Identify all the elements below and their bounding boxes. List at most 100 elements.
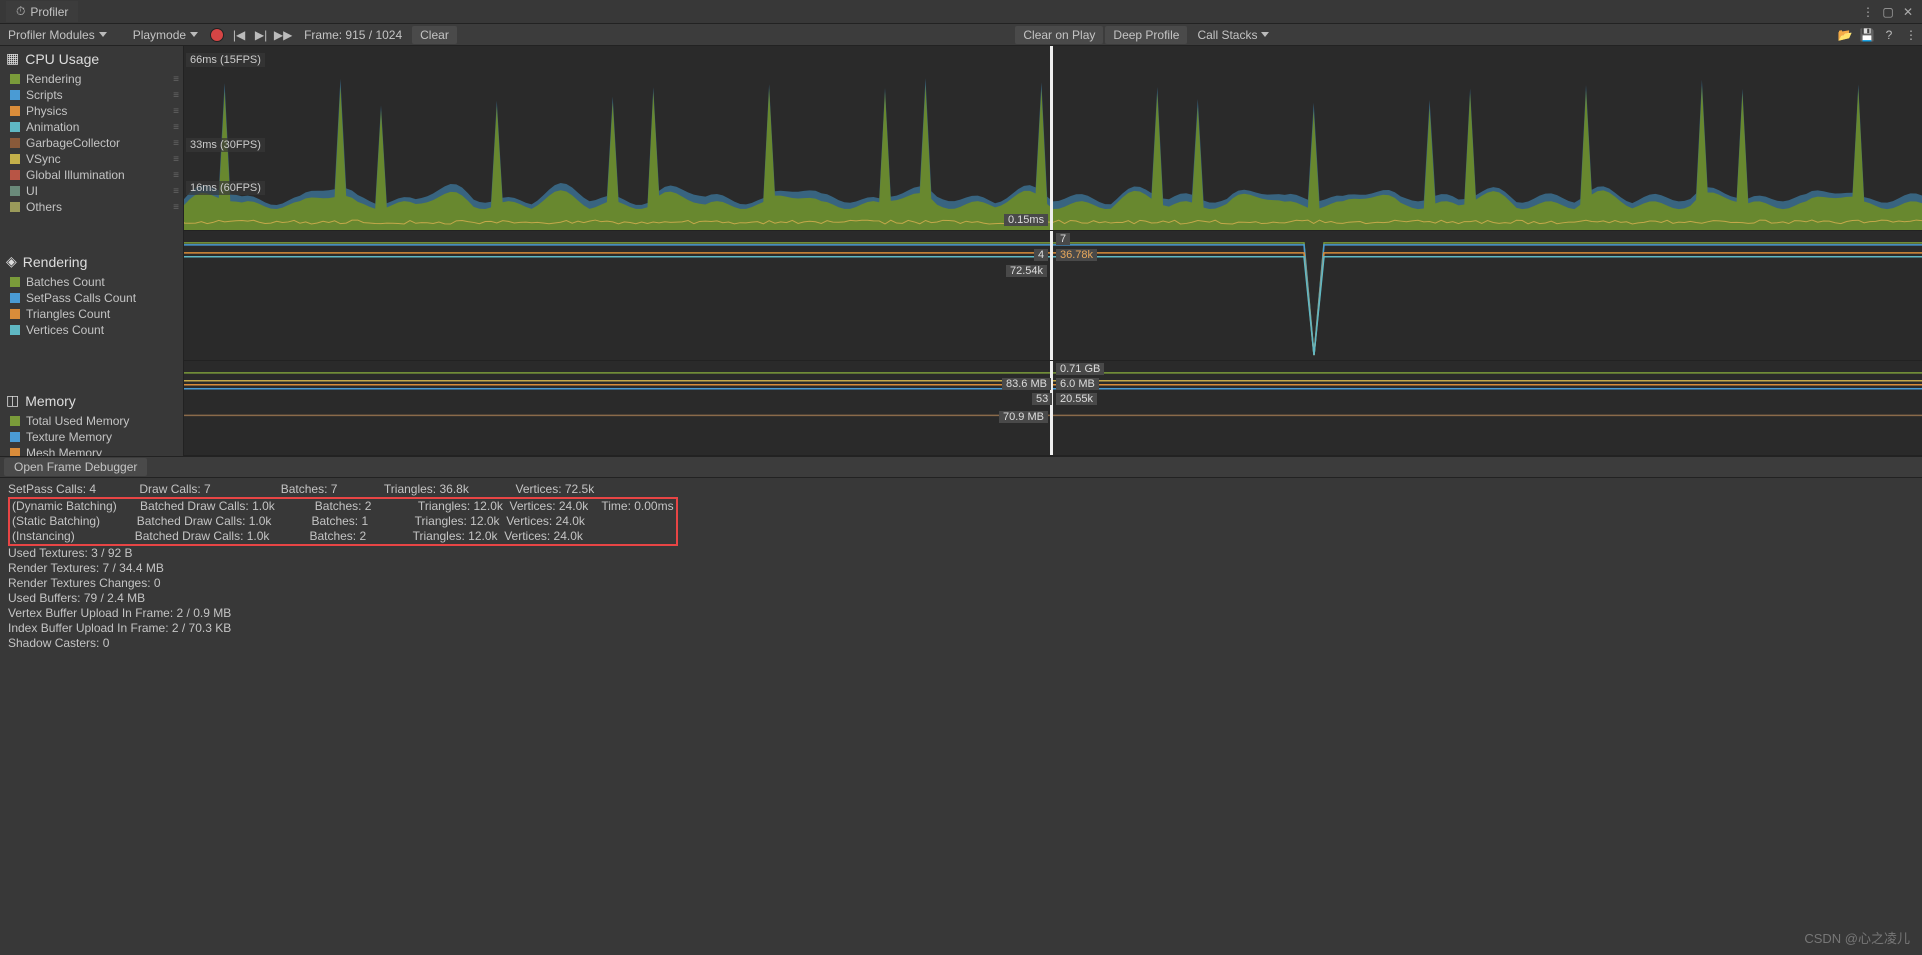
fps-guide-label: 66ms (15FPS) <box>186 53 265 67</box>
stats-row: Used Buffers: 79 / 2.4 MB <box>8 591 1914 606</box>
memory-icon: ◫ <box>6 392 19 409</box>
legend-color-swatch <box>10 90 20 100</box>
render-val-bot: 72.54k <box>1006 265 1047 277</box>
legend-label: Scripts <box>26 88 63 102</box>
drag-grip-icon[interactable]: ≡ <box>173 90 177 101</box>
frame-prev-button[interactable]: ▶| <box>250 28 272 42</box>
frame-scrubber[interactable] <box>1050 46 1053 230</box>
legend-label: Triangles Count <box>26 307 110 321</box>
legend-label: VSync <box>26 152 61 166</box>
profiler-main: ▦ CPU Usage Rendering≡Scripts≡Physics≡An… <box>0 46 1922 456</box>
legend-color-swatch <box>10 138 20 148</box>
legend-color-swatch <box>10 154 20 164</box>
profiler-modules-dropdown[interactable]: Profiler Modules <box>0 26 115 44</box>
deep-profile-button[interactable]: Deep Profile <box>1105 26 1187 44</box>
cpu-icon: ▦ <box>6 50 19 67</box>
legend-color-swatch <box>10 293 20 303</box>
maximize-icon[interactable]: ▢ <box>1880 4 1896 20</box>
legend-item[interactable]: Batches Count <box>0 274 183 290</box>
window-menu-icon[interactable]: ⋮ <box>1860 4 1876 20</box>
help-icon[interactable]: ? <box>1878 28 1900 42</box>
legend-color-swatch <box>10 202 20 212</box>
legend-item[interactable]: SetPass Calls Count <box>0 290 183 306</box>
chevron-down-icon <box>190 32 198 37</box>
drag-grip-icon[interactable]: ≡ <box>173 186 177 197</box>
stats-summary-row: SetPass Calls: 4 Draw Calls: 7 Batches: … <box>8 482 1914 497</box>
menu-icon[interactable]: ⋮ <box>1900 28 1922 42</box>
legend-item[interactable]: UI≡ <box>0 183 183 199</box>
legend-item[interactable]: Others ≡ <box>0 199 183 215</box>
profiler-tab[interactable]: ⏱ Profiler <box>6 1 78 22</box>
playmode-dropdown[interactable]: Playmode <box>125 26 206 44</box>
mem-val-l2: 53 <box>1032 393 1052 405</box>
cpu-chart[interactable]: 66ms (15FPS)33ms (30FPS)16ms (60FPS) 0.1… <box>184 46 1922 231</box>
legend-item[interactable]: GarbageCollector ≡ <box>0 135 183 151</box>
save-icon[interactable]: 💾 <box>1856 28 1878 42</box>
fps-guide-label: 33ms (30FPS) <box>186 138 265 152</box>
legend-item[interactable]: Animation≡ <box>0 119 183 135</box>
legend-color-swatch <box>10 277 20 287</box>
mem-val-l3: 70.9 MB <box>999 411 1048 423</box>
legend-label: GarbageCollector <box>26 136 120 150</box>
drag-grip-icon[interactable]: ≡ <box>173 106 177 117</box>
stats-batching-row: (Dynamic Batching) Batched Draw Calls: 1… <box>12 499 674 514</box>
mem-val-r1: 6.0 MB <box>1056 378 1099 390</box>
memory-module-header[interactable]: ◫ Memory <box>0 388 183 413</box>
legend-label: Others <box>26 200 62 214</box>
drag-grip-icon[interactable]: ≡ <box>173 170 177 181</box>
clear-button[interactable]: Clear <box>412 26 457 44</box>
stats-batching-row: (Instancing) Batched Draw Calls: 1.0k Ba… <box>12 529 674 544</box>
record-button[interactable] <box>206 28 228 42</box>
clear-on-play-button[interactable]: Clear on Play <box>1015 26 1103 44</box>
legend-label: Batches Count <box>26 275 105 289</box>
legend-label: Mesh Memory <box>26 446 102 456</box>
drag-grip-icon[interactable]: ≡ <box>173 138 177 149</box>
memory-chart[interactable]: 0.71 GB 6.0 MB 83.6 MB 20.55k 53 70.9 MB <box>184 361 1922 456</box>
legend-item[interactable]: Triangles Count <box>0 306 183 322</box>
frame-scrubber[interactable] <box>1050 361 1053 455</box>
rendering-chart[interactable]: 7 36.78k 4 72.54k <box>184 231 1922 361</box>
legend-color-swatch <box>10 448 20 456</box>
legend-item[interactable]: Physics≡ <box>0 103 183 119</box>
legend-label: Global Illumination <box>26 168 125 182</box>
render-val-tri: 36.78k <box>1056 249 1097 261</box>
cpu-module-header[interactable]: ▦ CPU Usage <box>0 46 183 71</box>
legend-item[interactable]: Vertices Count <box>0 322 183 338</box>
frame-scrubber[interactable] <box>1050 231 1053 360</box>
legend-item[interactable]: VSync ≡ <box>0 151 183 167</box>
profiler-icon: ⏱ <box>16 4 25 19</box>
stats-row: Shadow Casters: 0 <box>8 636 1914 651</box>
load-icon[interactable]: 📂 <box>1834 28 1856 42</box>
call-stacks-dropdown[interactable]: Call Stacks <box>1189 26 1277 44</box>
charts-area: 66ms (15FPS)33ms (30FPS)16ms (60FPS) 0.1… <box>184 46 1922 456</box>
frame-first-button[interactable]: |◀ <box>228 28 250 42</box>
legend-item[interactable]: Mesh Memory <box>0 445 183 456</box>
legend-color-swatch <box>10 170 20 180</box>
legend-item[interactable]: Texture Memory <box>0 429 183 445</box>
drag-grip-icon[interactable]: ≡ <box>173 154 177 165</box>
open-frame-debugger-button[interactable]: Open Frame Debugger <box>4 458 147 476</box>
stats-row: Used Textures: 3 / 92 B <box>8 546 1914 561</box>
legend-item[interactable]: Scripts ≡ <box>0 87 183 103</box>
cpu-scrub-value: 0.15ms <box>1004 214 1048 226</box>
frame-next-button[interactable]: ▶▶ <box>272 28 294 42</box>
legend-item[interactable]: Total Used Memory <box>0 413 183 429</box>
legend-label: Total Used Memory <box>26 414 129 428</box>
close-icon[interactable]: ✕ <box>1900 4 1916 20</box>
drag-grip-icon[interactable]: ≡ <box>173 202 177 213</box>
drag-grip-icon[interactable]: ≡ <box>173 74 177 85</box>
chevron-down-icon <box>1261 32 1269 37</box>
tab-title: Profiler <box>30 5 68 19</box>
rendering-module-header[interactable]: ◈ Rendering <box>0 249 183 274</box>
legend-color-swatch <box>10 74 20 84</box>
mem-val-r2: 20.55k <box>1056 393 1097 405</box>
render-val-top: 7 <box>1056 233 1070 245</box>
stats-row: Render Textures: 7 / 34.4 MB <box>8 561 1914 576</box>
batching-highlight-box: (Dynamic Batching) Batched Draw Calls: 1… <box>8 497 678 546</box>
drag-grip-icon[interactable]: ≡ <box>173 122 177 133</box>
legend-item[interactable]: Rendering≡ <box>0 71 183 87</box>
legend-label: Vertices Count <box>26 323 104 337</box>
legend-color-swatch <box>10 325 20 335</box>
titlebar: ⏱ Profiler ⋮ ▢ ✕ <box>0 0 1922 24</box>
legend-item[interactable]: Global Illumination ≡ <box>0 167 183 183</box>
